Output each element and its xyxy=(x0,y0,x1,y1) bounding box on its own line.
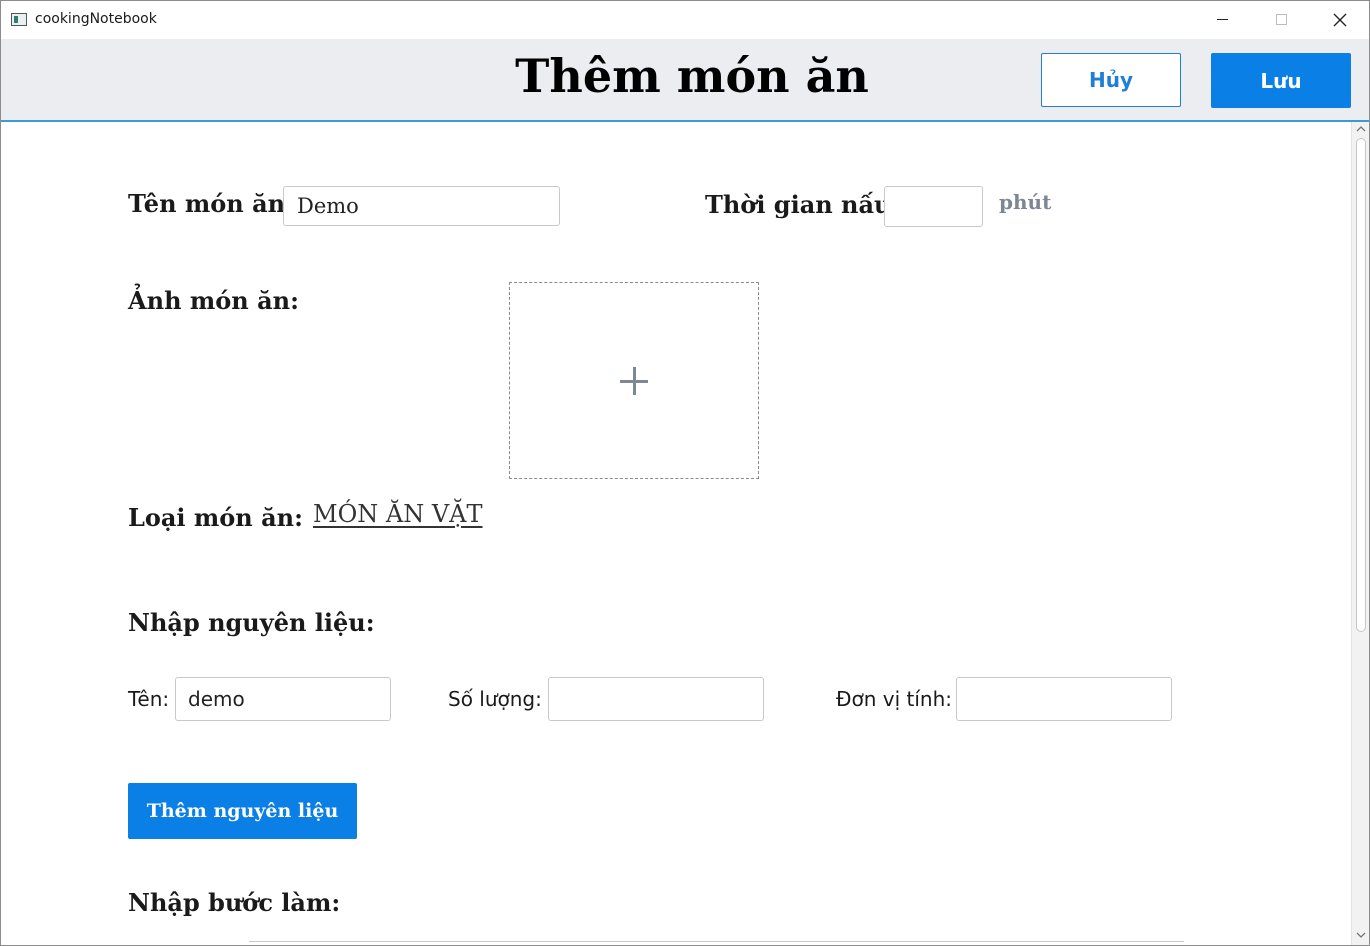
scroll-thumb[interactable] xyxy=(1356,138,1366,632)
unit-label: Đơn vị tính: xyxy=(836,687,953,711)
app-icon xyxy=(11,13,27,26)
maximize-button[interactable] xyxy=(1252,1,1310,39)
maximize-icon xyxy=(1276,14,1287,25)
scroll-down-icon[interactable] xyxy=(1356,930,1366,940)
window-title: cookingNotebook xyxy=(35,11,157,27)
cook-time-unit: phút xyxy=(999,190,1052,214)
title-bar: cookingNotebook xyxy=(1,1,1369,39)
form-content: Tên món ăn: Demo Thời gian nấu: phút Ảnh… xyxy=(1,123,1351,945)
close-button[interactable] xyxy=(1311,1,1369,39)
dish-image-label: Ảnh món ăn: xyxy=(128,286,299,315)
minimize-icon xyxy=(1217,19,1228,20)
category-label: Loại món ăn: xyxy=(128,503,303,532)
close-icon xyxy=(1333,13,1347,27)
ingredient-name-label: Tên: xyxy=(128,687,170,711)
steps-input[interactable] xyxy=(249,941,1184,945)
cook-time-label: Thời gian nấu: xyxy=(705,190,901,219)
ingredients-heading: Nhập nguyên liệu: xyxy=(128,608,375,637)
quantity-label: Số lượng: xyxy=(448,687,542,711)
minimize-button[interactable] xyxy=(1193,1,1251,39)
header-bar: Thêm món ăn Hủy Lưu xyxy=(1,39,1369,122)
dish-name-label: Tên món ăn: xyxy=(128,189,294,218)
add-ingredient-button[interactable]: Thêm nguyên liệu xyxy=(128,783,357,839)
ingredient-name-input[interactable]: demo xyxy=(175,677,391,721)
cancel-button[interactable]: Hủy xyxy=(1041,53,1181,107)
steps-heading: Nhập bước làm: xyxy=(128,888,341,917)
cook-time-input[interactable] xyxy=(884,186,983,227)
image-upload-area[interactable] xyxy=(509,282,759,479)
dish-name-input[interactable]: Demo xyxy=(283,186,560,226)
unit-input[interactable] xyxy=(956,677,1172,721)
save-button[interactable]: Lưu xyxy=(1211,53,1351,108)
vertical-scrollbar[interactable] xyxy=(1351,122,1369,945)
category-selector[interactable]: MÓN ĂN VẶT xyxy=(313,500,483,528)
quantity-input[interactable] xyxy=(548,677,764,721)
scroll-up-icon[interactable] xyxy=(1356,124,1366,134)
app-window: cookingNotebook Thêm món ăn Hủy Lưu Tên … xyxy=(0,0,1370,946)
plus-icon xyxy=(620,366,648,395)
